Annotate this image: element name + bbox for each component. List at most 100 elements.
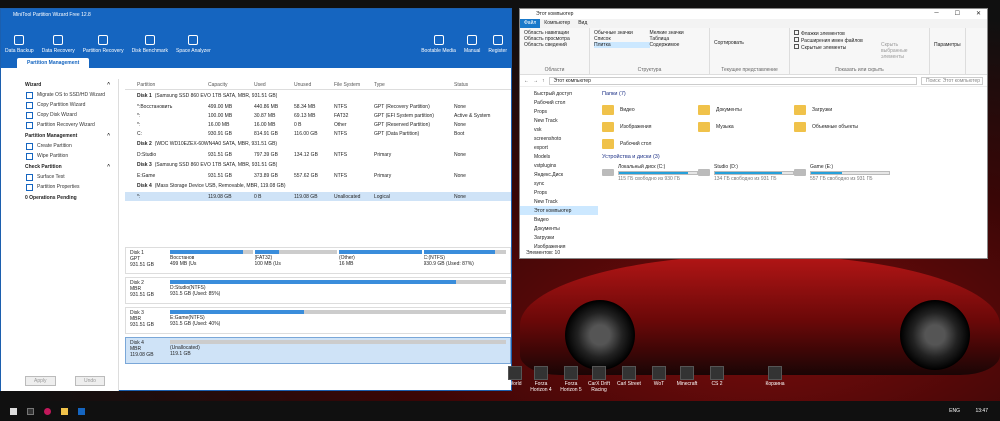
collapse-icon[interactable]: ^: [107, 133, 110, 139]
start-icon[interactable]: [10, 407, 17, 415]
undo-button[interactable]: Undo: [75, 376, 105, 386]
show-checkbox[interactable]: Флажки элементов: [794, 30, 925, 37]
minitool-icon[interactable]: [78, 407, 85, 415]
forward-icon[interactable]: →: [533, 78, 538, 84]
desktop-icon[interactable]: WoT: [646, 366, 672, 387]
clock[interactable]: 13:47: [975, 408, 988, 414]
desktop-icon[interactable]: World: [502, 366, 528, 387]
partition-row[interactable]: *: 119.08 GB 0 B 119.08 GB Unallocated Logica…: [125, 192, 511, 201]
folder-item[interactable]: Загрузки: [794, 101, 890, 118]
partition-row[interactable]: *: 100.00 MB 30.87 MB 69.13 MB FAT32 GPT (EFI…: [125, 111, 511, 120]
partition-row[interactable]: *:Восстановить 499.00 MB 440.86 MB 58.34 MB…: [125, 102, 511, 111]
folder-icon[interactable]: [61, 407, 68, 415]
folder-item[interactable]: Рабочий стол: [602, 135, 698, 152]
nav-item[interactable]: screenshoto: [520, 134, 598, 143]
sort-button[interactable]: Сортировать: [714, 40, 785, 46]
partition-block[interactable]: Восстанов 499 MB (Us: [170, 250, 253, 271]
disk-map-row[interactable]: Disk 1 GPT 931.51 GB Восстанов 499 MB (Us (FA…: [125, 247, 511, 274]
action-item[interactable]: Wipe Partition: [1, 151, 118, 161]
apply-button[interactable]: Apply: [25, 376, 56, 386]
back-icon[interactable]: ←: [524, 78, 529, 84]
checkbox-icon[interactable]: [794, 44, 799, 49]
nav-item[interactable]: Рабочий стол: [520, 98, 598, 107]
column-header[interactable]: Status: [451, 82, 501, 88]
toolbar-button[interactable]: Partition Recovery: [83, 35, 124, 54]
minimize-icon[interactable]: ─: [934, 10, 938, 17]
nav-item[interactable]: Документы: [520, 224, 598, 233]
column-header[interactable]: Unused: [291, 82, 331, 88]
nav-item[interactable]: New Track: [520, 116, 598, 125]
partition-block[interactable]: (FAT32) 100 MB (Us: [254, 250, 337, 271]
toolbar-button[interactable]: Register: [488, 35, 507, 54]
disk-map-row[interactable]: Disk 4 MBR 119.08 GB (Unallocated) 119.1 GB: [125, 337, 511, 364]
search-input[interactable]: Поиск: Этот компьютер: [921, 76, 983, 85]
drive-item[interactable]: Локальный диск (C:) 115 ГБ свободно из 93…: [602, 164, 698, 184]
collapse-icon[interactable]: ^: [107, 164, 110, 170]
column-header[interactable]: Capacity: [205, 82, 251, 88]
layout-option[interactable]: Содержимое: [650, 42, 706, 48]
nav-item[interactable]: Models: [520, 152, 598, 161]
toolbar-button[interactable]: Data Recovery: [42, 35, 75, 54]
action-item[interactable]: Copy Disk Wizard: [1, 110, 118, 120]
close-icon[interactable]: ✕: [976, 10, 981, 17]
disk-map-row[interactable]: Disk 2 MBR 931.51 GB D:Studio(NTFS) 931.5 GB…: [125, 277, 511, 304]
disk-header-row[interactable]: Disk 2 (WDC WD10EZEX-60WN4A0 SATA, MBR, 9…: [125, 138, 511, 150]
partition-block[interactable]: D:Studio(NTFS) 931.5 GB (Used: 85%): [170, 280, 506, 301]
column-header[interactable]: Type: [371, 82, 451, 88]
nav-item[interactable]: Яндекс.Диск: [520, 170, 598, 179]
folder-item[interactable]: Объемные объекты: [794, 118, 890, 135]
partition-row[interactable]: *: 16.00 MB 16.00 MB 0 B Other GPT (Reserved …: [125, 120, 511, 129]
toolbar-button[interactable]: Data Backup: [5, 35, 34, 54]
checkbox-icon[interactable]: [794, 30, 799, 35]
desktop-icon[interactable]: Корзина: [762, 366, 788, 387]
desktop-icon[interactable]: CarX Drift Racing: [586, 366, 612, 393]
ribbon-tab[interactable]: Файл: [520, 19, 541, 28]
column-header[interactable]: Partition: [125, 82, 205, 88]
nav-item[interactable]: Этот компьютер: [520, 206, 598, 215]
nav-item[interactable]: Быстрый доступ: [520, 89, 598, 98]
ribbon-tab[interactable]: Компьютер: [540, 19, 574, 28]
partition-row[interactable]: C: 930.91 GB 814.91 GB 116.00 GB NTFS GPT (Da…: [125, 129, 511, 138]
action-item[interactable]: Surface Test: [1, 172, 118, 182]
drive-item[interactable]: Studio (D:) 134 ГБ свободно из 931 ГБ: [698, 164, 794, 184]
nav-item[interactable]: New Track: [520, 197, 598, 206]
layout-option[interactable]: Плитка: [594, 42, 650, 48]
checkbox-icon[interactable]: [794, 37, 799, 42]
nav-item[interactable]: Props: [520, 188, 598, 197]
app-icon[interactable]: [44, 407, 51, 415]
partition-block[interactable]: (Other) 16 MB: [339, 250, 422, 271]
collapse-icon[interactable]: ^: [107, 82, 110, 88]
disk-map-row[interactable]: Disk 3 MBR 931.51 GB E:Game(NTFS) 931.5 GB (…: [125, 307, 511, 334]
nav-item[interactable]: vstplugins: [520, 161, 598, 170]
nav-item[interactable]: Загрузки: [520, 233, 598, 242]
column-header[interactable]: Used: [251, 82, 291, 88]
folder-item[interactable]: Изображения: [602, 118, 698, 135]
folders-group-header[interactable]: Папки (7): [602, 91, 982, 97]
disk-header-row[interactable]: Disk 3 (Samsung SSD 860 EVO 1TB SATA, MBR…: [125, 159, 511, 171]
drive-item[interactable]: Game (E:) 557 ГБ свободно из 931 ГБ: [794, 164, 890, 184]
partition-block[interactable]: (Unallocated) 119.1 GB: [170, 340, 506, 361]
disk-header-row[interactable]: Disk 4 (Mass Storage Device USB, Removabl…: [125, 180, 511, 192]
options-button[interactable]: Параметры: [930, 28, 966, 74]
column-header[interactable]: File System: [331, 82, 371, 88]
action-item[interactable]: Partition Recovery Wizard: [1, 120, 118, 130]
nav-item[interactable]: sync: [520, 179, 598, 188]
action-item[interactable]: Migrate OS to SSD/HD Wizard: [1, 90, 118, 100]
desktop-icon[interactable]: Minecraft: [674, 366, 700, 387]
desktop-icon[interactable]: Carl Street: [616, 366, 642, 387]
folder-item[interactable]: Музыка: [698, 118, 794, 135]
partition-block[interactable]: C:(NTFS) 930.9 GB (Used: 87%): [423, 250, 506, 271]
up-icon[interactable]: ↑: [542, 78, 545, 84]
action-item[interactable]: Create Partition: [1, 141, 118, 151]
desktop-icon[interactable]: CS 2: [704, 366, 730, 387]
folder-item[interactable]: Документы: [698, 101, 794, 118]
action-item[interactable]: Copy Partition Wizard: [1, 100, 118, 110]
maximize-icon[interactable]: ☐: [955, 10, 960, 17]
nav-item[interactable]: Props: [520, 107, 598, 116]
desktop-icon[interactable]: Forza Horizon 5: [558, 366, 584, 393]
disk-header-row[interactable]: Disk 1 (Samsung SSD 860 EVO 1TB SATA, MBR…: [125, 90, 511, 102]
partition-block[interactable]: E:Game(NTFS) 931.5 GB (Used: 40%): [170, 310, 506, 331]
desktop-icon[interactable]: Forza Horizon 4: [528, 366, 554, 393]
hide-selected-button[interactable]: Скрыть выбранные элементы: [881, 42, 925, 60]
pane-button[interactable]: Область сведений: [524, 42, 585, 48]
